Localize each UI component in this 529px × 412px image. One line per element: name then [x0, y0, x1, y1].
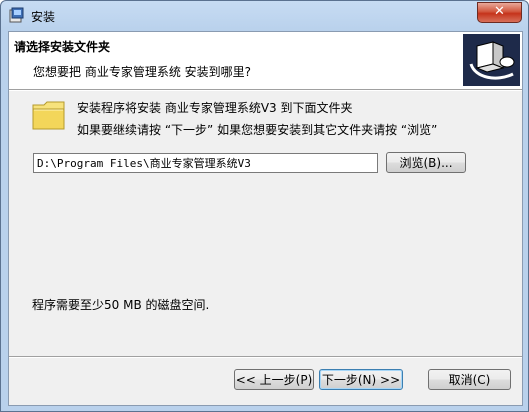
close-button[interactable]: ✕	[477, 2, 522, 23]
disk-space-text: 程序需要至少50 MB 的磁盘空间.	[32, 298, 210, 312]
install-path-input[interactable]	[33, 153, 378, 173]
install-instruction-text: 如果要继续请按 “下一步” 如果您想要安装到其它文件夹请按 “浏览”	[77, 123, 438, 137]
browse-button[interactable]: 浏览(B)...	[386, 152, 466, 173]
page-title: 请选择安装文件夹	[14, 40, 111, 54]
install-info-text: 安装程序将安装 商业专家管理系统V3 到下面文件夹	[77, 101, 353, 115]
back-button[interactable]: << 上一步(P)	[234, 369, 314, 390]
window-title: 安装	[31, 10, 56, 24]
installer-window: 安装 ✕ 请选择安装文件夹 您想要把 商业专家管理系统 安装到哪里? 安装程序将…	[0, 0, 529, 412]
dialog-client-area: 请选择安装文件夹 您想要把 商业专家管理系统 安装到哪里? 安装程序将安装 商业…	[8, 31, 523, 406]
next-button[interactable]: 下一步(N) >>	[319, 369, 403, 390]
close-icon: ✕	[494, 4, 505, 19]
folder-icon	[32, 101, 65, 130]
setup-app-icon	[9, 7, 24, 23]
installer-logo-icon	[463, 34, 520, 86]
header-divider	[9, 89, 522, 91]
cancel-button[interactable]: 取消(C)	[428, 369, 511, 390]
footer-divider	[9, 356, 522, 358]
title-bar[interactable]: 安装 ✕	[1, 1, 528, 31]
wizard-header: 请选择安装文件夹 您想要把 商业专家管理系统 安装到哪里?	[9, 32, 522, 89]
page-subtitle: 您想要把 商业专家管理系统 安装到哪里?	[33, 65, 251, 79]
